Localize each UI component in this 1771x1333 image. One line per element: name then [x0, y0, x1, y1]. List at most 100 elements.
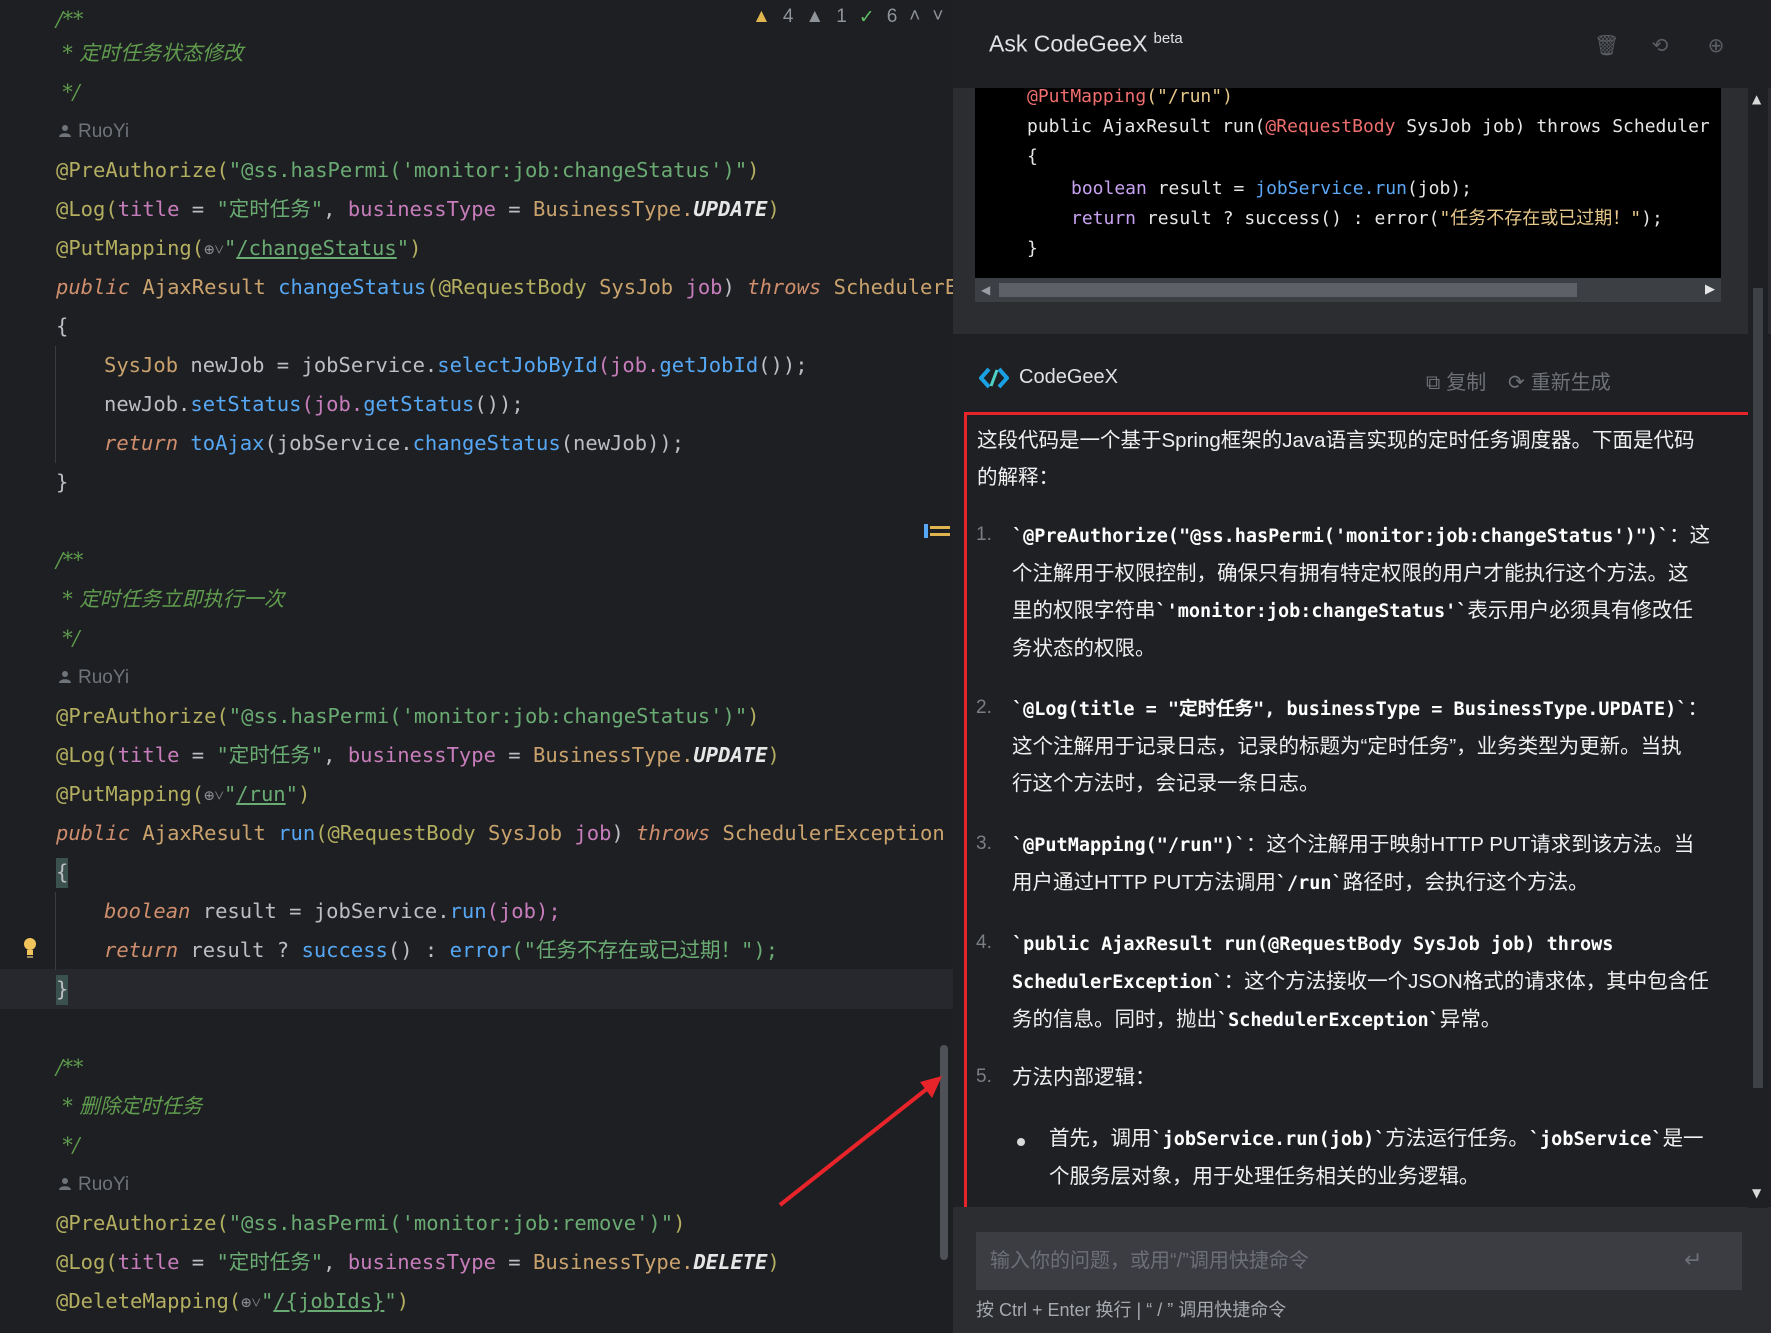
annotation: ) [747, 158, 760, 182]
annotation: ) [298, 782, 311, 806]
copy-button[interactable]: ⧉ 复制 [1426, 366, 1486, 395]
scroll-down-icon[interactable]: ▼ [1752, 1186, 1761, 1200]
string-literal: " [396, 236, 410, 260]
annotation: @Log( [56, 197, 118, 221]
indent-guide [55, 346, 56, 463]
weak-warning-count: 1 [836, 6, 847, 27]
method-call: getStatus [363, 392, 475, 416]
regenerate-button[interactable]: ⟳ 重新生成 [1508, 366, 1611, 395]
code-line: } [56, 463, 68, 502]
code-line: public AjaxResult changeStatus(@RequestB… [56, 268, 953, 307]
regenerate-label: 重新生成 [1530, 372, 1611, 394]
code-text: result = [1146, 178, 1256, 199]
annotation: @PreAuthorize( [56, 704, 229, 728]
annotation: ) [767, 1250, 780, 1274]
trash-icon[interactable]: 🗑 [1594, 34, 1619, 56]
annotation-key: businessType [347, 1250, 496, 1274]
doc-comment-open: /** [56, 1048, 83, 1087]
check-icon: ✓ [858, 6, 875, 28]
annotation: ) [396, 1289, 410, 1313]
author-hint[interactable]: RuoYi [58, 112, 129, 151]
annotation-key: title [117, 743, 180, 767]
string-literal: " [285, 782, 298, 806]
comment-text: /** [56, 7, 84, 31]
copy-icon: ⧉ [1426, 372, 1441, 394]
code-line: @PutMapping(⊕˅"/changeStatus") [56, 229, 421, 268]
enter-icon[interactable]: ↵ [1684, 1248, 1702, 1273]
question-input[interactable] [976, 1232, 1742, 1290]
code-line: @PreAuthorize("@ss.hasPermi('monitor:job… [56, 1204, 685, 1243]
add-icon[interactable]: ⊕ [1705, 34, 1727, 56]
method-call: selectJobById [437, 353, 598, 377]
param-name: job [685, 275, 723, 299]
code-text: newJob = jobService. [190, 353, 438, 377]
check-count: 6 [886, 6, 898, 27]
string-literal: "任务不存在或已过期！" [1439, 208, 1642, 229]
doc-comment-close: */ [56, 1126, 80, 1165]
code-snippet[interactable]: @PutMapping("/run") public AjaxResult ru… [975, 88, 1721, 278]
chevron-down-icon[interactable]: ˅ [932, 6, 943, 28]
method-name: changeStatus [278, 275, 427, 299]
globe-icon[interactable]: ⊕˅ [241, 1293, 261, 1313]
class-ref: BusinessType. [532, 197, 694, 221]
doc-comment-close: */ [56, 619, 80, 658]
highlight-frame [964, 412, 1754, 1207]
snippet-line: @PutMapping("/run") [1027, 88, 1233, 112]
snippet-scrollbar[interactable]: ◀ ▶ [975, 278, 1721, 302]
scrollbar-thumb[interactable] [999, 283, 1577, 297]
string-literal: "定时任务" [216, 1250, 324, 1274]
comment-text: */ [56, 1133, 80, 1157]
class-ref: BusinessType. [532, 743, 694, 767]
code-line: } [56, 970, 68, 1009]
code-line: @DeleteMapping(⊕˅"/{jobIds}") [56, 1282, 409, 1321]
annotation-key: businessType [347, 743, 496, 767]
inspection-widget[interactable]: ▲ 4 ▲ 1 ✓ 6 ˄ ˅ [752, 4, 944, 30]
doc-comment-line: * 删除定时任务 [56, 1087, 203, 1126]
type-name: SysJob [488, 821, 575, 845]
snippet-line: return result ? success() : error("任务不存在… [1071, 204, 1663, 234]
refresh-icon: ⟳ [1508, 372, 1525, 394]
annotation: @PreAuthorize( [56, 158, 229, 182]
snippet-line: public AjaxResult run(@RequestBody SysJo… [1027, 112, 1710, 142]
snippet-line: { [1027, 142, 1038, 172]
annotation: (@RequestBody [426, 275, 600, 299]
globe-icon[interactable]: ⊕˅ [204, 786, 224, 806]
scroll-right-icon[interactable]: ▶ [1705, 282, 1715, 297]
lightbulb-icon[interactable] [22, 937, 38, 959]
param-name: (job); [486, 899, 561, 923]
endpoint-link[interactable]: /{jobIds} [273, 1289, 384, 1313]
copy-label: 复制 [1446, 372, 1487, 394]
annotation: @PutMapping [1027, 88, 1147, 107]
globe-icon[interactable]: ⊕˅ [204, 240, 224, 260]
author-hint[interactable]: RuoYi [58, 1165, 129, 1204]
operator: = [179, 197, 217, 221]
code-text: newJob. [104, 392, 191, 416]
annotation-key: title [117, 197, 180, 221]
scroll-up-icon[interactable]: ▲ [1752, 92, 1761, 106]
string-literal: "@ss.hasPermi('monitor:job:changeStatus'… [228, 704, 748, 728]
panel-scrollbar[interactable]: ▲ ▼ [1748, 88, 1768, 1208]
author-hint[interactable]: RuoYi [58, 658, 129, 697]
history-icon[interactable]: ⟲ [1649, 34, 1671, 56]
editor-scrollbar[interactable] [940, 1045, 948, 1260]
scrollbar-thumb[interactable] [1753, 288, 1763, 1088]
code-editor[interactable]: ▲ 4 ▲ 1 ✓ 6 ˄ ˅ /** * 定时任务状态修改 */ RuoYi @Pr… [0, 0, 953, 1333]
endpoint-link[interactable]: /run [236, 782, 285, 806]
chevron-up-icon[interactable]: ˄ [909, 6, 920, 28]
operator: = [495, 197, 533, 221]
doc-comment-open: /** [56, 541, 83, 580]
code-text: () : [387, 938, 450, 962]
method-call: success [301, 938, 388, 962]
enum-constant: UPDATE [693, 197, 768, 221]
weak-warning-icon: ▲ [805, 6, 825, 27]
punctuation: ()); [758, 353, 808, 377]
keyword: public [56, 275, 143, 299]
codegeex-logo-icon [979, 367, 1009, 389]
type-name: SysJob [104, 353, 191, 377]
gutter-marker-icon[interactable] [924, 520, 950, 542]
method-name: run [278, 821, 316, 845]
beta-badge: beta [1153, 30, 1183, 47]
string-literal: ("/run") [1146, 88, 1233, 107]
scroll-left-icon[interactable]: ◀ [981, 283, 990, 297]
endpoint-link[interactable]: /changeStatus [236, 236, 396, 260]
